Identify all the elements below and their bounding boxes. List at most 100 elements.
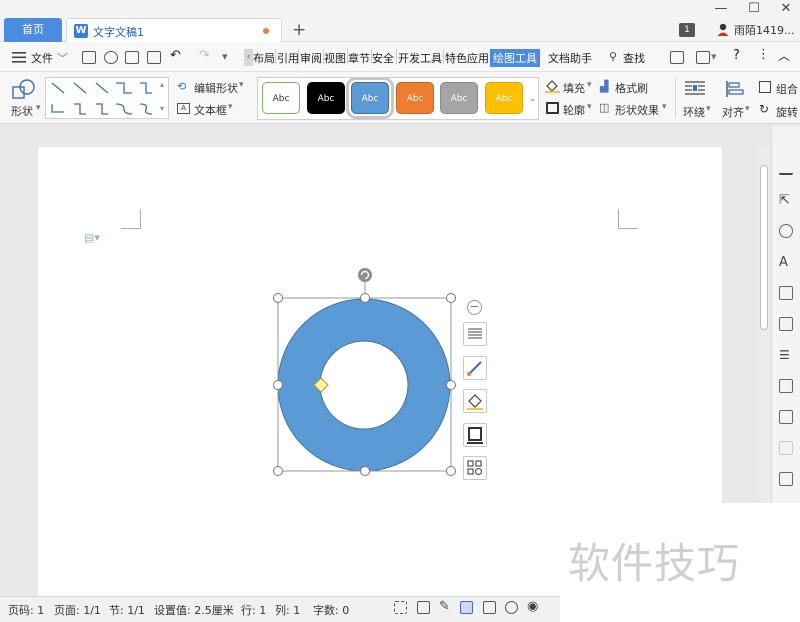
file-chevron-down-icon[interactable]: ﹀ <box>57 50 68 66</box>
status-word-count[interactable]: 字数: 0 <box>313 602 349 618</box>
tab-home[interactable]: 首页 <box>4 18 62 42</box>
shape-effect-icon[interactable]: ◫ <box>599 101 609 114</box>
menu-tab-review[interactable]: 审阅 <box>300 50 322 66</box>
layout-options-button[interactable] <box>463 322 487 346</box>
user-avatar-icon[interactable] <box>716 22 730 36</box>
donut-shape[interactable] <box>268 265 468 480</box>
format-painter-button[interactable]: 格式刷 <box>615 80 648 96</box>
shape-style-swatch-2[interactable]: Abc <box>307 82 345 114</box>
shapes-dropdown-icon[interactable]: ▾ <box>36 103 41 113</box>
table-icon[interactable] <box>779 286 793 300</box>
group-button[interactable]: 组合 <box>776 81 798 97</box>
status-column[interactable]: 列: 1 <box>275 602 300 618</box>
status-setting-value[interactable]: 设置值: 2.5厘米 <box>154 602 234 618</box>
shape-outline-button[interactable] <box>463 423 487 447</box>
status-pages[interactable]: 页面: 1/1 <box>54 602 101 618</box>
align-icon[interactable] <box>725 80 745 98</box>
textbox-icon[interactable]: A <box>177 103 190 114</box>
menu-tab-drawing-tools[interactable]: 绘图工具 <box>490 49 540 67</box>
menu-tab-doc-assistant[interactable]: 文档助手 <box>548 50 592 66</box>
gallery-scroll-up-icon[interactable]: ▴ <box>160 80 164 89</box>
fullscreen-icon[interactable] <box>394 601 407 614</box>
text-effect-icon[interactable]: A <box>779 255 793 270</box>
help-icon[interactable]: ? <box>733 48 740 63</box>
cloud-icon[interactable] <box>779 441 793 455</box>
quick-access-dropdown-icon[interactable]: ▾ <box>222 50 228 63</box>
line-shapes-gallery[interactable] <box>45 77 169 119</box>
menu-tab-view[interactable]: 视图 <box>324 50 346 66</box>
gallery-more-icon[interactable]: ▾ <box>160 104 164 113</box>
outline-icon[interactable] <box>546 102 559 114</box>
cursor-icon[interactable]: ⇱ <box>779 193 793 208</box>
redo-icon[interactable]: ↷ <box>199 48 210 63</box>
more-shape-options-button[interactable] <box>463 456 487 480</box>
menu-scroll-left-button[interactable]: ‹ <box>244 49 253 66</box>
status-page-number[interactable]: 页码: 1 <box>8 602 44 618</box>
minimize-button[interactable]: — <box>711 1 731 16</box>
menu-tab-layout[interactable]: 布局 <box>253 50 275 66</box>
menu-search[interactable]: 查找 <box>623 50 645 66</box>
shape-fill-button[interactable] <box>463 389 487 413</box>
paragraph-layout-icon[interactable]: ▤▾ <box>84 231 100 244</box>
shape-style-swatch-1[interactable]: Abc <box>262 82 300 114</box>
print-icon[interactable] <box>125 51 139 64</box>
fill-dropdown-icon[interactable]: ▾ <box>587 80 592 90</box>
cloud-sync-icon[interactable] <box>696 51 710 64</box>
textbox-dropdown-icon[interactable]: ▾ <box>228 102 233 112</box>
new-tab-button[interactable]: + <box>292 20 306 40</box>
shape-effect-dropdown-icon[interactable]: ▾ <box>662 102 667 112</box>
undo-icon[interactable]: ↶ <box>170 48 181 63</box>
wrap-dropdown-icon[interactable]: ▾ <box>706 104 711 114</box>
textbox-button[interactable]: 文本框 <box>194 102 227 118</box>
menu-hamburger-icon[interactable] <box>12 52 26 63</box>
shape-style-swatch-6[interactable]: Abc <box>485 82 523 114</box>
eye-protection-icon[interactable]: ◉ <box>527 599 540 614</box>
export-pdf-icon[interactable] <box>104 51 118 64</box>
close-button[interactable]: ✕ <box>776 1 796 16</box>
maximize-button[interactable]: ☐ <box>744 1 764 16</box>
window-count-badge[interactable]: 1 <box>679 23 695 37</box>
edit-shape-dropdown-icon[interactable]: ▾ <box>239 80 244 90</box>
user-name[interactable]: 雨陌1419... <box>734 22 794 38</box>
web-view-icon[interactable] <box>505 601 518 614</box>
settings-sliders-icon[interactable]: ☰ <box>779 348 793 362</box>
shapes-panel-icon[interactable] <box>779 224 793 238</box>
edit-pen-icon[interactable]: ✎ <box>439 599 452 614</box>
read-mode-icon[interactable] <box>417 601 430 614</box>
collapse-toolbar-icon[interactable]: − <box>467 300 482 315</box>
fill-bucket-icon[interactable] <box>545 79 560 93</box>
fill-button[interactable]: 填充 <box>563 80 585 96</box>
format-painter-icon[interactable]: ▟ <box>600 80 608 93</box>
save-icon[interactable] <box>82 51 96 64</box>
edit-shape-button[interactable]: 编辑形状 <box>194 80 238 96</box>
more-icon[interactable]: ⋮ <box>757 47 770 62</box>
scrollbar-thumb[interactable] <box>760 165 768 330</box>
share-out-icon[interactable] <box>779 410 793 424</box>
style-gallery-more-icon[interactable]: ⌄ <box>529 94 537 104</box>
shape-style-swatch-4[interactable]: Abc <box>396 82 434 114</box>
align-button[interactable]: 对齐 <box>722 104 744 120</box>
menu-tab-security[interactable]: 安全 <box>372 50 394 66</box>
cloud-dropdown-icon[interactable]: ▾ <box>711 50 717 63</box>
archive-icon[interactable] <box>779 472 793 486</box>
shapes-label[interactable]: 形状 <box>11 103 33 119</box>
image-icon[interactable] <box>779 379 793 393</box>
page-view-icon[interactable] <box>460 601 473 614</box>
align-dropdown-icon[interactable]: ▾ <box>745 104 750 114</box>
status-row[interactable]: 行: 1 <box>241 602 266 618</box>
rotate-button[interactable]: 旋转 <box>776 104 798 120</box>
menu-tab-references[interactable]: 引用 <box>277 50 299 66</box>
rotate-icon[interactable]: ↻ <box>759 102 769 116</box>
shape-style-swatch-5[interactable]: Abc <box>440 82 478 114</box>
share-icon[interactable] <box>670 51 684 64</box>
menu-tab-special[interactable]: 特色应用 <box>445 50 489 66</box>
status-section[interactable]: 节: 1/1 <box>109 602 145 618</box>
group-icon[interactable] <box>759 81 771 93</box>
edit-shape-icon[interactable]: ⟲ <box>177 80 186 93</box>
shape-effect-button[interactable]: 形状效果 <box>615 102 659 118</box>
menu-tab-chapter[interactable]: 章节 <box>348 50 370 66</box>
shapes-icon[interactable] <box>12 79 36 99</box>
outline-button[interactable]: 轮廓 <box>563 102 585 118</box>
outline-dropdown-icon[interactable]: ▾ <box>587 102 592 112</box>
menu-file[interactable]: 文件 <box>31 50 53 66</box>
